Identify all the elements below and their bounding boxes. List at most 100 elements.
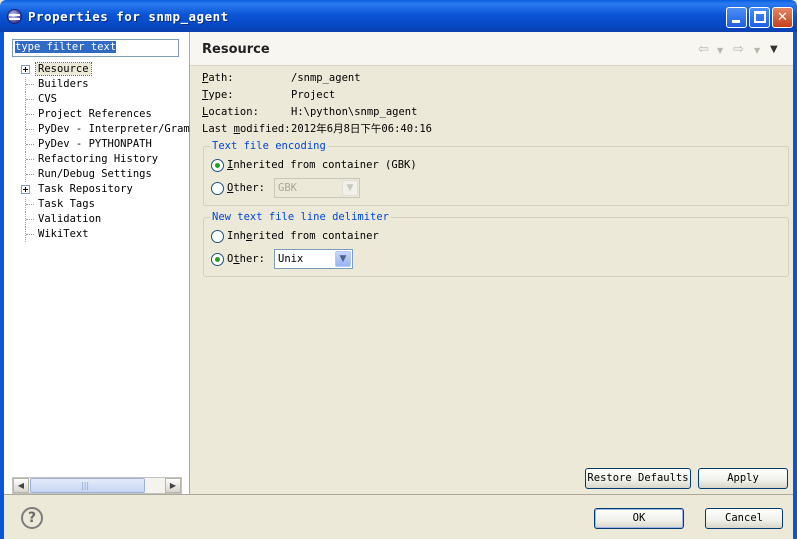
- window-title: Properties for snmp_agent: [28, 9, 229, 24]
- tree-item-pydev-interpreter[interactable]: PyDev - Interpreter/Gram: [4, 122, 190, 137]
- last-modified-value: 2012年6月8日下午06:40:16: [291, 123, 433, 135]
- forward-dropdown-icon[interactable]: ▼: [754, 46, 760, 55]
- tree-item-label: PyDev - Interpreter/Gram: [38, 123, 190, 135]
- tree-item-label: Task Tags: [38, 198, 95, 210]
- encoding-inherited-label[interactable]: Inherited from container (GBK): [227, 159, 417, 172]
- tree-item-label: Resource: [35, 62, 92, 76]
- apply-button[interactable]: Apply: [698, 468, 788, 489]
- info-location: Location: H:\python\snmp_agent: [202, 105, 417, 120]
- back-arrow-icon[interactable]: ⇦: [698, 42, 709, 57]
- expand-plus-icon[interactable]: [21, 65, 30, 74]
- chevron-down-icon: ▼: [342, 180, 358, 196]
- chevron-down-icon[interactable]: ▼: [335, 251, 351, 267]
- encoding-select-value: GBK: [278, 182, 297, 194]
- text-file-encoding-group: Text file encoding Inherited from contai…: [203, 140, 789, 206]
- info-type: Type: Project: [202, 88, 335, 103]
- encoding-select: GBK ▼: [274, 178, 360, 198]
- tree-item-pydev-pythonpath[interactable]: PyDev - PYTHONPATH: [4, 137, 190, 152]
- tree-connector: [25, 167, 34, 182]
- scroll-left-icon[interactable]: ◀: [13, 478, 29, 493]
- tree-item-refactoring-history[interactable]: Refactoring History: [4, 152, 190, 167]
- filter-input[interactable]: type filter text: [12, 39, 179, 57]
- key-text: ath:: [208, 72, 234, 84]
- tree-item-task-tags[interactable]: Task Tags: [4, 197, 190, 212]
- tree-item-label: Validation: [38, 213, 102, 225]
- label-text: Inh: [227, 230, 246, 242]
- close-button[interactable]: ✕: [772, 7, 793, 28]
- tree-item-resource[interactable]: Resource: [4, 62, 190, 77]
- tree-item-label: PyDev - PYTHONPATH: [38, 138, 152, 150]
- tree-item-label: Refactoring History: [38, 153, 159, 165]
- view-menu-icon[interactable]: ▼: [770, 44, 778, 55]
- tree-item-cvs[interactable]: CVS: [4, 92, 190, 107]
- tree-connector: [25, 137, 34, 152]
- tree-item-wikitext[interactable]: WikiText: [4, 227, 190, 242]
- cancel-button[interactable]: Cancel: [705, 508, 783, 529]
- key-text: ype:: [208, 89, 234, 101]
- tree-connector: [25, 77, 34, 92]
- delimiter-select[interactable]: Unix ▼: [274, 249, 353, 269]
- label-text: her:: [239, 253, 265, 265]
- button-label: Apply: [727, 472, 759, 484]
- ok-button[interactable]: OK: [594, 508, 684, 529]
- maximize-icon: [754, 11, 766, 23]
- minimize-button[interactable]: [726, 7, 747, 28]
- preference-tree-pane: type filter text Resource Builders CVS P…: [4, 32, 190, 494]
- dialog-footer: ? OK Cancel: [4, 494, 793, 539]
- help-icon[interactable]: ?: [21, 507, 43, 529]
- tree-item-task-repository[interactable]: Task Repository: [4, 182, 190, 197]
- tree-item-project-references[interactable]: Project References: [4, 107, 190, 122]
- key-text: odified:: [239, 123, 291, 135]
- key-text: Last: [202, 123, 234, 135]
- tree-item-validation[interactable]: Validation: [4, 212, 190, 227]
- tree-item-label: CVS: [38, 93, 57, 105]
- page-title: Resource: [202, 42, 270, 57]
- delimiter-inherited-label[interactable]: Inherited from container: [227, 230, 379, 243]
- tree-connector: [25, 92, 34, 107]
- horizontal-scrollbar[interactable]: ◀ ▶: [12, 477, 182, 494]
- forward-arrow-icon[interactable]: ⇨: [733, 42, 744, 57]
- tree-connector: [25, 152, 34, 167]
- tree-item-run-debug-settings[interactable]: Run/Debug Settings: [4, 167, 190, 182]
- tree-connector: [25, 122, 34, 137]
- delimiter-inherited-radio[interactable]: [211, 230, 224, 243]
- tree-connector: [25, 212, 34, 227]
- delimiter-other-label[interactable]: Other:: [227, 253, 265, 266]
- label-text: ther:: [233, 182, 265, 194]
- resource-page: Resource ⇦ ▼ ⇨ ▼ ▼ Path:/snmp_agent Type…: [190, 32, 793, 494]
- tree-item-label: Task Repository: [38, 183, 133, 195]
- location-value: H:\python\snmp_agent: [291, 106, 418, 118]
- tree-item-builders[interactable]: Builders: [4, 77, 190, 92]
- restore-defaults-button[interactable]: Restore Defaults: [585, 468, 691, 489]
- title-bar: Properties for snmp_agent ✕: [0, 0, 797, 32]
- minimize-icon: [732, 20, 740, 23]
- tree-connector: [25, 107, 34, 122]
- path-value: /snmp_agent: [291, 72, 361, 84]
- label-text: rited from container: [252, 230, 379, 242]
- delimiter-other-radio[interactable]: [211, 253, 224, 266]
- label-text: nherited from container (GBK): [233, 159, 417, 171]
- info-key: Location:: [202, 105, 291, 120]
- key-text: ocation:: [208, 106, 259, 118]
- scroll-thumb[interactable]: [30, 478, 145, 493]
- window-frame-right: [793, 32, 797, 539]
- group-legend: New text file line delimiter: [210, 211, 392, 223]
- preference-tree: Resource Builders CVS Project References…: [4, 62, 190, 242]
- tree-item-label: Run/Debug Settings: [38, 168, 152, 180]
- expand-plus-icon[interactable]: [21, 185, 30, 194]
- info-key: Type:: [202, 88, 291, 103]
- scroll-right-icon[interactable]: ▶: [165, 478, 181, 493]
- line-delimiter-group: New text file line delimiter Inherited f…: [203, 211, 789, 277]
- info-path: Path:/snmp_agent: [202, 71, 361, 86]
- encoding-inherited-radio[interactable]: [211, 159, 224, 172]
- encoding-other-radio[interactable]: [211, 182, 224, 195]
- button-label: OK: [632, 512, 646, 524]
- button-label: Restore Defaults: [587, 472, 689, 484]
- button-label: Cancel: [725, 512, 763, 524]
- close-icon: ✕: [777, 10, 788, 25]
- info-key: Last modified:: [202, 122, 291, 137]
- encoding-other-label[interactable]: Other:: [227, 182, 265, 195]
- page-header: Resource ⇦ ▼ ⇨ ▼ ▼: [190, 32, 793, 66]
- maximize-button[interactable]: [749, 7, 770, 28]
- back-dropdown-icon[interactable]: ▼: [717, 46, 723, 55]
